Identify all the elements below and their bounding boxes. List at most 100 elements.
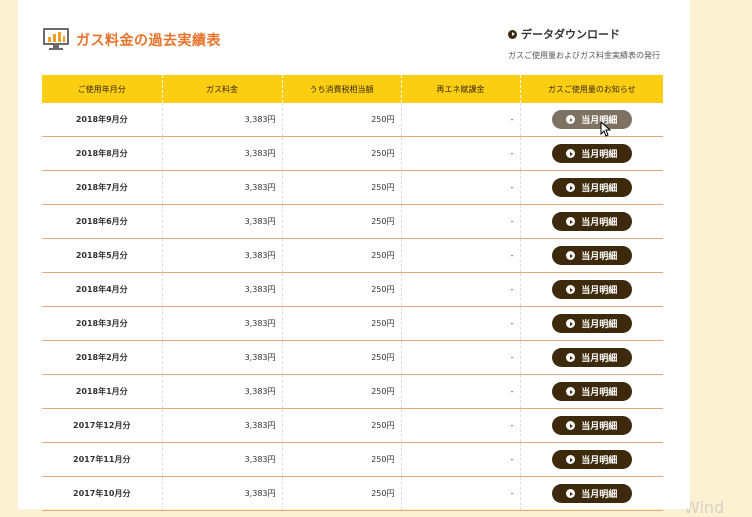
month-cell: 2018年7月分: [42, 170, 163, 205]
monthly-detail-button[interactable]: 当月明細: [551, 382, 632, 401]
content-panel: ガス料金の過去実績表 データダウンロード ガスご使用量およびガス料金実績表の発行…: [18, 0, 690, 511]
fee-cell: 3,383円: [162, 306, 283, 341]
download-heading: データダウンロード: [508, 26, 668, 42]
notice-cell: 当月明細: [520, 272, 663, 307]
column-header: ガス料金: [162, 75, 283, 103]
download-link[interactable]: ガスご使用量およびガス料金実績表の発行: [508, 50, 668, 61]
monthly-detail-label: 当月明細: [581, 354, 618, 364]
watermark-text: Wind: [684, 498, 725, 517]
fee-cell: 3,383円: [162, 170, 283, 205]
monthly-detail-button[interactable]: 当月明細: [551, 178, 632, 197]
fee-cell: 3,383円: [162, 374, 283, 409]
renewable-cell: -: [401, 238, 521, 273]
table-row: 2018年3月分 3,383円 250円 - 当月明細: [42, 306, 663, 341]
table-row: 2017年11月分 3,383円 250円 - 当月明細: [42, 442, 663, 477]
fee-cell: 3,383円: [162, 136, 283, 171]
download-section: データダウンロード ガスご使用量およびガス料金実績表の発行: [508, 26, 668, 61]
notice-cell: 当月明細: [520, 306, 663, 341]
tax-cell: 250円: [282, 272, 402, 307]
fee-cell: 3,383円: [162, 442, 283, 477]
monthly-detail-button[interactable]: 当月明細: [551, 416, 632, 435]
play-circle-icon: [566, 319, 576, 328]
table-row: 2018年9月分 3,383円 250円 - 当月明細: [42, 103, 663, 137]
monthly-detail-button[interactable]: 当月明細: [551, 280, 632, 299]
tax-cell: 250円: [282, 476, 402, 511]
mouse-pointer-icon: [600, 121, 612, 137]
monthly-detail-button[interactable]: 当月明細: [551, 144, 632, 163]
month-cell: 2018年5月分: [42, 238, 163, 273]
table-row: 2017年10月分 3,383円 250円 - 当月明細: [42, 476, 663, 511]
notice-cell: 当月明細: [520, 136, 663, 171]
fee-cell: 3,383円: [162, 408, 283, 443]
table-row: 2018年7月分 3,383円 250円 - 当月明細: [42, 170, 663, 205]
notice-cell: 当月明細: [520, 476, 663, 511]
background-left: [0, 0, 18, 509]
play-circle-icon: [566, 183, 576, 192]
monthly-detail-label: 当月明細: [581, 388, 618, 398]
table-row: 2018年2月分 3,383円 250円 - 当月明細: [42, 340, 663, 375]
play-circle-icon: [566, 115, 576, 124]
notice-cell: 当月明細: [520, 238, 663, 273]
notice-cell: 当月明細: [520, 103, 663, 137]
play-circle-icon: [566, 489, 576, 498]
renewable-cell: -: [401, 442, 521, 477]
renewable-cell: -: [401, 408, 521, 443]
month-cell: 2017年10月分: [42, 476, 163, 511]
monthly-detail-button[interactable]: 当月明細: [551, 314, 632, 333]
table-row: 2018年5月分 3,383円 250円 - 当月明細: [42, 238, 663, 273]
notice-cell: 当月明細: [520, 408, 663, 443]
tax-cell: 250円: [282, 408, 402, 443]
history-table: ご使用年月分 ガス料金 うち消費税相当額 再エネ賦課金 ガスご使用量のお知らせ …: [42, 75, 663, 511]
notice-cell: 当月明細: [520, 204, 663, 239]
month-cell: 2018年8月分: [42, 136, 163, 171]
fee-cell: 3,383円: [162, 103, 283, 137]
monthly-detail-label: 当月明細: [581, 490, 618, 500]
tax-cell: 250円: [282, 238, 402, 273]
play-circle-icon: [566, 353, 576, 362]
tax-cell: 250円: [282, 103, 402, 137]
month-cell: 2018年6月分: [42, 204, 163, 239]
renewable-cell: -: [401, 170, 521, 205]
download-heading-label: データダウンロード: [521, 28, 620, 41]
fee-cell: 3,383円: [162, 476, 283, 511]
column-header: うち消費税相当額: [282, 75, 402, 103]
tax-cell: 250円: [282, 442, 402, 477]
play-circle-icon: [566, 421, 576, 430]
renewable-cell: -: [401, 136, 521, 171]
table-row: 2018年8月分 3,383円 250円 - 当月明細: [42, 136, 663, 171]
monthly-detail-label: 当月明細: [581, 218, 618, 228]
play-circle-icon: [566, 251, 576, 260]
monthly-detail-button[interactable]: 当月明細: [551, 110, 632, 129]
monthly-detail-label: 当月明細: [581, 422, 618, 432]
monthly-detail-button[interactable]: 当月明細: [551, 450, 632, 469]
column-header: 再エネ賦課金: [401, 75, 521, 103]
monthly-detail-label: 当月明細: [581, 286, 618, 296]
table-row: 2018年4月分 3,383円 250円 - 当月明細: [42, 272, 663, 307]
tax-cell: 250円: [282, 136, 402, 171]
month-cell: 2017年11月分: [42, 442, 163, 477]
fee-cell: 3,383円: [162, 238, 283, 273]
notice-cell: 当月明細: [520, 170, 663, 205]
play-circle-icon: [508, 29, 517, 39]
monthly-detail-button[interactable]: 当月明細: [551, 348, 632, 367]
monthly-detail-button[interactable]: 当月明細: [551, 484, 632, 503]
renewable-cell: -: [401, 374, 521, 409]
tax-cell: 250円: [282, 204, 402, 239]
tax-cell: 250円: [282, 170, 402, 205]
month-cell: 2018年9月分: [42, 103, 163, 137]
chart-monitor-icon: [43, 28, 69, 50]
monthly-detail-button[interactable]: 当月明細: [551, 246, 632, 265]
renewable-cell: -: [401, 204, 521, 239]
play-circle-icon: [566, 149, 576, 158]
table-header-row: ご使用年月分 ガス料金 うち消費税相当額 再エネ賦課金 ガスご使用量のお知らせ: [42, 75, 663, 103]
notice-cell: 当月明細: [520, 340, 663, 375]
renewable-cell: -: [401, 476, 521, 511]
month-cell: 2018年4月分: [42, 272, 163, 307]
play-circle-icon: [566, 217, 576, 226]
column-header: ガスご使用量のお知らせ: [520, 75, 663, 103]
notice-cell: 当月明細: [520, 374, 663, 409]
month-cell: 2018年1月分: [42, 374, 163, 409]
play-circle-icon: [566, 285, 576, 294]
month-cell: 2017年12月分: [42, 408, 163, 443]
monthly-detail-button[interactable]: 当月明細: [551, 212, 632, 231]
